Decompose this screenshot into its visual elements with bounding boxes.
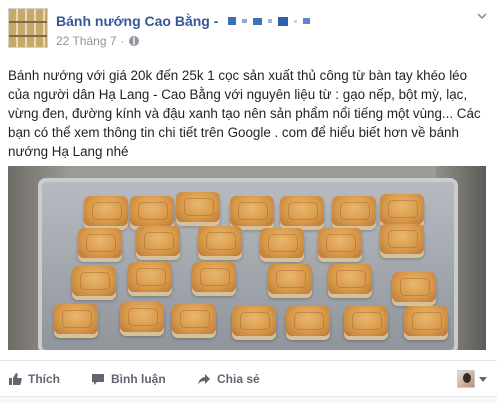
like-button[interactable]: Thích xyxy=(8,370,60,388)
caret-down-icon xyxy=(479,376,487,382)
globe-icon[interactable] xyxy=(128,36,139,46)
comment-as-selector[interactable] xyxy=(457,369,487,389)
speech-bubble-icon xyxy=(92,374,104,385)
page-name-row: Bánh nướng Cao Bằng - xyxy=(56,12,311,30)
comment-button[interactable]: Bình luận xyxy=(91,370,166,388)
share-button[interactable]: Chia sẻ xyxy=(197,370,260,388)
like-label: Thích xyxy=(28,372,60,386)
post-actions-bar: Thích Bình luận Chia sẻ xyxy=(0,362,497,396)
censored-name-pixels xyxy=(228,16,311,26)
page-avatar[interactable] xyxy=(8,8,48,48)
post-footer-strip xyxy=(0,396,497,403)
thumbs-up-icon xyxy=(9,373,22,385)
comment-label: Bình luận xyxy=(111,372,166,386)
actions-divider xyxy=(0,360,497,361)
meta-separator: · xyxy=(120,34,125,48)
post-photo[interactable] xyxy=(8,166,486,350)
user-avatar xyxy=(457,370,475,388)
facebook-post: Bánh nướng Cao Bằng - 22 Tháng 7 · Bánh … xyxy=(0,0,497,403)
post-date[interactable]: 22 Tháng 7 xyxy=(56,34,117,48)
share-arrow-icon xyxy=(198,374,210,385)
post-text: Bánh nướng với giá 20k đến 25k 1 cọc sản… xyxy=(8,68,481,159)
post-meta: 22 Tháng 7 · xyxy=(56,34,139,48)
page-name-link[interactable]: Bánh nướng Cao Bằng - xyxy=(56,13,218,29)
post-header: Bánh nướng Cao Bằng - 22 Tháng 7 · xyxy=(8,8,487,52)
share-label: Chia sẻ xyxy=(217,372,260,386)
chevron-down-icon[interactable] xyxy=(477,12,487,20)
